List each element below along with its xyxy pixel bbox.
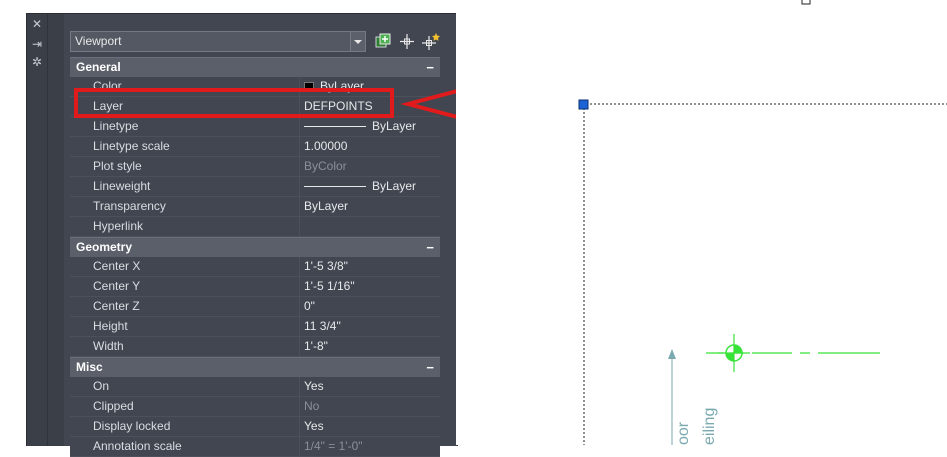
property-row-on[interactable]: On Yes (70, 377, 440, 397)
property-label: Center Y (70, 277, 300, 296)
properties-palette: ✕ ⇥ ✲ Viewport General − Color ByLayer L… (26, 13, 458, 457)
lineweight-preview-icon (304, 186, 366, 188)
property-value[interactable]: 11 3/4" (300, 317, 440, 336)
section-general-header[interactable]: General − (70, 57, 440, 77)
chevron-down-icon[interactable] (350, 32, 365, 51)
collapse-icon[interactable]: − (426, 58, 434, 77)
property-value[interactable]: Yes (300, 377, 440, 396)
property-label: Linetype scale (70, 137, 300, 156)
property-label: Transparency (70, 197, 300, 216)
drawing-svg: oor eiling (578, 0, 947, 445)
quick-select-icon[interactable] (421, 31, 441, 52)
section-title: General (76, 60, 121, 74)
property-value[interactable]: ByLayer (300, 177, 440, 196)
property-row-display-locked[interactable]: Display locked Yes (70, 417, 440, 437)
property-value[interactable] (300, 217, 440, 236)
select-objects-icon[interactable] (397, 31, 417, 52)
cursor-box-icon (801, 0, 811, 5)
property-label: Linetype (70, 117, 300, 136)
toggle-pickadd-icon[interactable] (373, 31, 393, 52)
property-value[interactable]: 1'-5 3/8" (300, 257, 440, 276)
property-label: Plot style (70, 157, 300, 176)
property-row-clipped[interactable]: Clipped No (70, 397, 440, 417)
property-value[interactable]: Yes (300, 417, 440, 436)
property-row-transparency[interactable]: Transparency ByLayer (70, 197, 440, 217)
centermark-quadrant (734, 345, 742, 353)
section-title: Geometry (76, 240, 133, 254)
property-row-height[interactable]: Height 11 3/4" (70, 317, 440, 337)
callout-highlight-box (74, 88, 394, 118)
linetype-preview-icon (304, 126, 366, 128)
property-label: Clipped (70, 397, 300, 416)
vertical-label-1: oor (675, 421, 692, 445)
section-title: Misc (76, 360, 103, 374)
property-value[interactable]: 0" (300, 297, 440, 316)
properties-panel: Viewport General − Color ByLayer Layer D… (64, 14, 457, 457)
property-row-center-z[interactable]: Center Z 0" (70, 297, 440, 317)
property-row-plot-style[interactable]: Plot style ByColor (70, 157, 440, 177)
property-row-center-x[interactable]: Center X 1'-5 3/8" (70, 257, 440, 277)
property-row-annotation-scale[interactable]: Annotation scale 1/4" = 1'-0" (70, 437, 440, 457)
collapse-icon[interactable]: − (426, 238, 434, 257)
viewport-grip-icon (578, 99, 589, 110)
object-type-select[interactable]: Viewport (70, 31, 366, 52)
property-value: No (304, 399, 320, 413)
property-label: Center X (70, 257, 300, 276)
section-geometry-header[interactable]: Geometry − (70, 237, 440, 257)
property-value-text: ByLayer (372, 179, 417, 193)
arrow-up-icon (668, 349, 676, 359)
property-row-lineweight[interactable]: Lineweight ByLayer (70, 177, 440, 197)
property-value[interactable]: 1'-8" (300, 337, 440, 356)
property-label: Height (70, 317, 300, 336)
property-row-linetype-scale[interactable]: Linetype scale 1.00000 (70, 137, 440, 157)
property-label: On (70, 377, 300, 396)
property-row-hyperlink[interactable]: Hyperlink (70, 217, 440, 237)
property-row-linetype[interactable]: Linetype ByLayer (70, 117, 440, 137)
collapse-icon[interactable]: − (426, 358, 434, 377)
palette-titlebar[interactable]: ✕ ⇥ ✲ (27, 14, 48, 446)
vertical-label-2: eiling (701, 408, 718, 445)
properties-settings-icon[interactable]: ✲ (31, 56, 43, 68)
property-label: Lineweight (70, 177, 300, 196)
centermark-quadrant-2 (726, 353, 734, 361)
property-label: Annotation scale (70, 437, 300, 456)
object-type-value: Viewport (75, 34, 122, 48)
left-strip (0, 0, 26, 445)
property-value[interactable]: 1'-5 1/16" (300, 277, 440, 296)
drawing-canvas[interactable]: oor eiling (456, 0, 947, 445)
property-value: 1/4" = 1'-0" (304, 439, 363, 453)
close-icon[interactable]: ✕ (31, 18, 43, 30)
auto-hide-icon[interactable]: ⇥ (31, 38, 43, 50)
property-value[interactable]: 1.00000 (300, 137, 440, 156)
property-label: Width (70, 337, 300, 356)
property-value[interactable]: ByLayer (300, 197, 440, 216)
property-row-width[interactable]: Width 1'-8" (70, 337, 440, 357)
property-value: ByColor (304, 159, 347, 173)
property-row-center-y[interactable]: Center Y 1'-5 1/16" (70, 277, 440, 297)
property-label: Display locked (70, 417, 300, 436)
property-label: Center Z (70, 297, 300, 316)
property-label: Hyperlink (70, 217, 300, 236)
section-misc-header[interactable]: Misc − (70, 357, 440, 377)
